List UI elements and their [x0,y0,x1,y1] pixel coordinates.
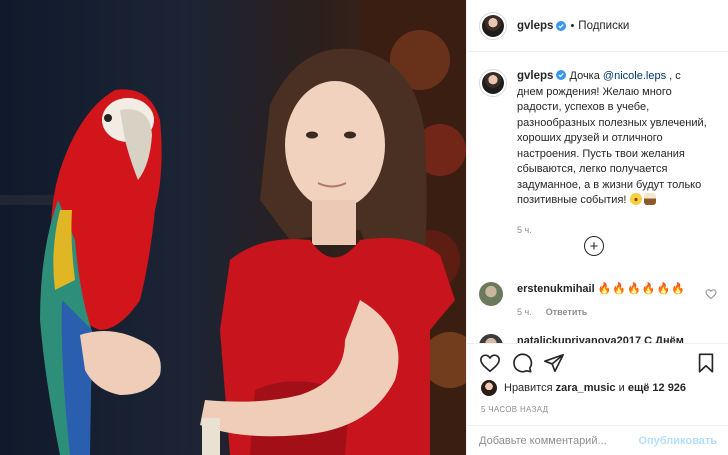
likes-prefix: Нравится [504,382,553,394]
caption-avatar[interactable] [479,69,507,97]
following-button[interactable]: Подписки [578,20,629,32]
cake-emoji [643,193,656,205]
comment-like-heart-icon[interactable] [705,288,717,300]
caption-body: gvleps Дочка @nicole.leps , с днем рожде… [517,69,707,238]
liker-username[interactable]: zara_music [556,382,616,394]
comment-body: erstenukmihail 🔥🔥🔥🔥🔥🔥 5 ч. Ответить [517,282,686,317]
likes-summary: Нравится zara_music и ещё 12 926 [481,380,686,396]
caption-username[interactable]: gvleps [517,70,553,82]
next-commenter-avatar[interactable] [479,334,503,343]
next-comment-text[interactable]: natalickupriyanova2017 С Днём [517,334,684,343]
action-bar [467,343,728,381]
photo-illustration [0,0,466,455]
caption-mention-link[interactable]: @nicole.leps [603,70,666,82]
publish-button[interactable]: Опубликовать [638,435,717,447]
author-avatar[interactable] [479,11,507,40]
likes-others-link[interactable]: ещё 12 926 [628,382,686,394]
comment-meta: 5 ч. Ответить [517,307,686,317]
commenter-avatar[interactable] [479,282,503,306]
likes-middle: и [618,382,625,394]
comment-input[interactable] [479,434,639,447]
caption-area: gvleps Дочка @nicole.leps , с днем рожде… [467,53,728,343]
instagram-post: gvleps • Подписки gvleps Дочка @nicole.l… [0,0,728,455]
header-separator: • [570,19,575,32]
caption: gvleps Дочка @nicole.leps , с днем рожде… [479,69,717,238]
heart-icon[interactable] [479,352,501,374]
comment-bubble-icon[interactable] [511,352,533,374]
add-comment-bar: Опубликовать [467,425,728,455]
liker-avatar[interactable] [481,380,497,396]
verified-badge-icon [556,70,567,80]
caption-time: 5 ч. [517,224,532,235]
reply-button[interactable]: Ответить [546,307,588,317]
comment-username[interactable]: erstenukmihail [517,283,595,295]
bookmark-icon[interactable] [695,352,717,374]
plus-circle-icon[interactable]: + [584,236,604,256]
author-username[interactable]: gvleps [517,20,553,32]
comment-item: erstenukmihail 🔥🔥🔥🔥🔥🔥 5 ч. Ответить [479,282,717,317]
partying-face-emoji [629,193,642,205]
girl-face [285,81,385,209]
paper-plane-icon[interactable] [543,352,565,374]
verified-badge-icon [556,20,567,31]
caption-text-end: , с днем рождения! Желаю много радости, … [517,70,707,206]
caption-text-start: Дочка [569,70,603,82]
post-side-panel: gvleps • Подписки gvleps Дочка @nicole.l… [466,0,728,455]
post-timestamp[interactable]: 5 ЧАСОВ НАЗАД [481,405,548,414]
next-comment-item: natalickupriyanova2017 С Днём [479,334,684,343]
comment-text: 🔥🔥🔥🔥🔥🔥 [597,283,686,295]
post-header: gvleps • Подписки [467,0,728,52]
post-photo[interactable] [0,0,466,455]
comment-line: erstenukmihail 🔥🔥🔥🔥🔥🔥 [517,282,686,296]
comment-time: 5 ч. [517,307,532,317]
